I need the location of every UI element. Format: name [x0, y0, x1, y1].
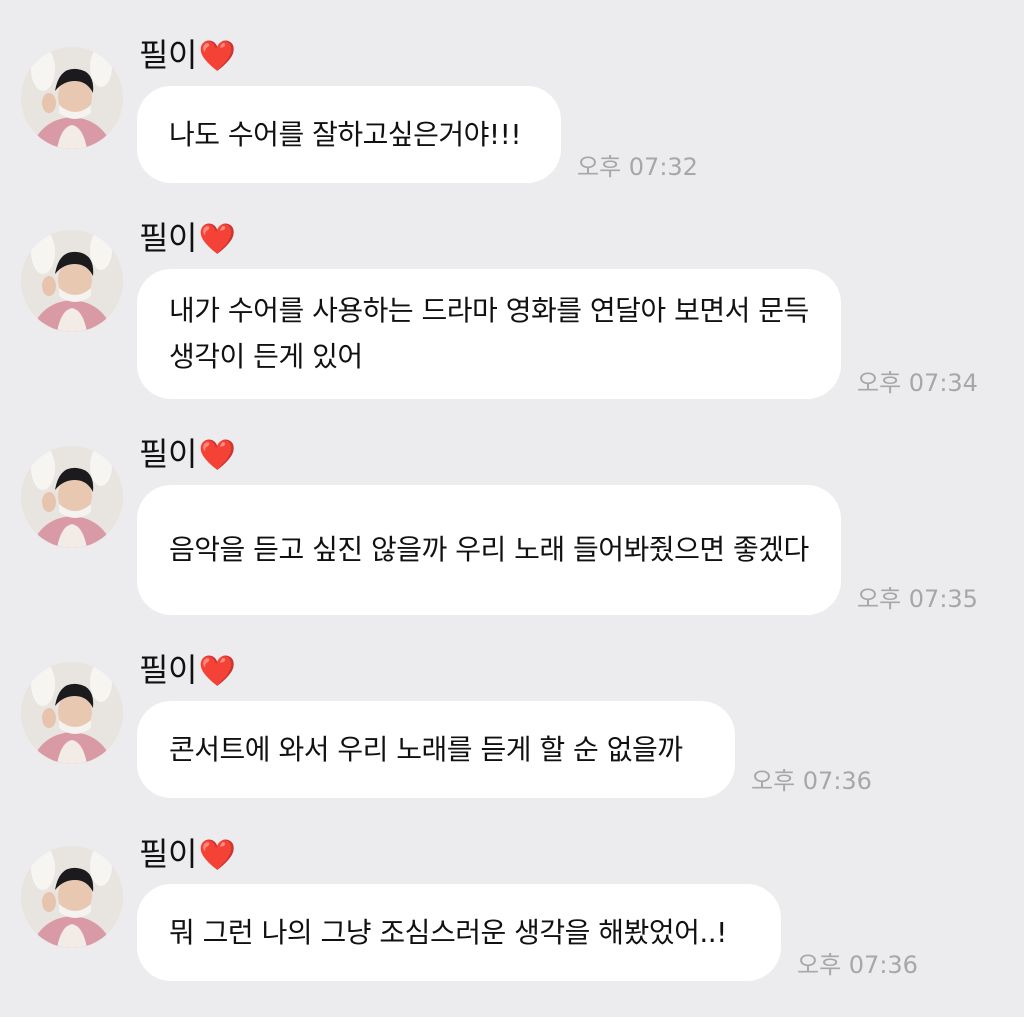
avatar[interactable]: [21, 446, 123, 548]
profile-photo-icon: [21, 47, 123, 149]
profile-photo-icon: [21, 846, 123, 948]
avatar[interactable]: [21, 230, 123, 332]
sender-name: 필이❤️: [139, 436, 236, 474]
profile-photo-icon: [21, 230, 123, 332]
heart-emoji-icon: ❤️: [198, 222, 236, 257]
message-timestamp: 오후 07:36: [751, 767, 872, 795]
avatar[interactable]: [21, 662, 123, 764]
heart-emoji-icon: ❤️: [198, 838, 236, 873]
message-text: 내가 수어를 사용하는 드라마 영화를 연달아 보면서 문득 생각이 든게 있어: [169, 294, 809, 373]
avatar[interactable]: [21, 47, 123, 149]
message-timestamp: 오후 07:32: [577, 153, 698, 181]
sender-name: 필이❤️: [139, 220, 236, 258]
message-text: 뭐 그런 나의 그냥 조심스러운 생각을 해봤었어..!: [169, 915, 727, 949]
message-timestamp: 오후 07:35: [857, 585, 978, 613]
message-text: 콘서트에 와서 우리 노래를 듣게 할 순 없을까: [169, 732, 683, 766]
message-text: 나도 수어를 잘하고싶은거야!!!: [169, 117, 522, 151]
heart-emoji-icon: ❤️: [198, 39, 236, 74]
message-timestamp: 오후 07:34: [857, 369, 978, 397]
avatar[interactable]: [21, 846, 123, 948]
sender-name-text: 필이: [139, 835, 197, 873]
message-bubble[interactable]: 음악을 듣고 싶진 않을까 우리 노래 들어봐줬으면 좋겠다: [137, 485, 841, 615]
sender-name-text: 필이: [139, 435, 197, 473]
profile-photo-icon: [21, 446, 123, 548]
sender-name: 필이❤️: [139, 37, 236, 75]
profile-photo-icon: [21, 662, 123, 764]
message-bubble[interactable]: 나도 수어를 잘하고싶은거야!!!: [137, 86, 561, 183]
message-text: 음악을 듣고 싶진 않을까 우리 노래 들어봐줬으면 좋겠다: [169, 533, 809, 566]
message-bubble[interactable]: 콘서트에 와서 우리 노래를 듣게 할 순 없을까: [137, 701, 735, 798]
message-timestamp: 오후 07:36: [797, 951, 918, 979]
heart-emoji-icon: ❤️: [198, 654, 236, 689]
sender-name: 필이❤️: [139, 652, 236, 690]
chat-transcript: 필이❤️ 나도 수어를 잘하고싶은거야!!! 오후 07:32 필이❤️ 내가 …: [0, 0, 1024, 1017]
heart-emoji-icon: ❤️: [198, 438, 236, 473]
sender-name-text: 필이: [139, 651, 197, 689]
message-bubble[interactable]: 내가 수어를 사용하는 드라마 영화를 연달아 보면서 문득 생각이 든게 있어: [137, 269, 841, 399]
sender-name-text: 필이: [139, 219, 197, 257]
sender-name: 필이❤️: [139, 836, 236, 874]
sender-name-text: 필이: [139, 36, 197, 74]
message-bubble[interactable]: 뭐 그런 나의 그냥 조심스러운 생각을 해봤었어..!: [137, 884, 781, 981]
